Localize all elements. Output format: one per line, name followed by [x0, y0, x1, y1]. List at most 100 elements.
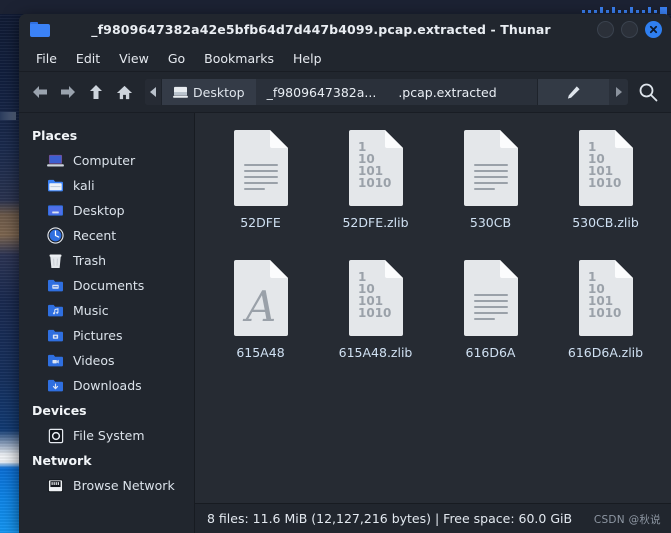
- file-item[interactable]: 1 10 101 1010 616D6A.zlib: [548, 255, 663, 385]
- home-icon: [116, 85, 132, 99]
- path-scroll-left-button[interactable]: [145, 79, 162, 105]
- panel-dot: [630, 7, 633, 13]
- path-scroll-right-button[interactable]: [609, 79, 628, 105]
- toolbar: Desktop _f9809647382a... .pcap.extracted: [19, 72, 671, 112]
- computer-icon: [47, 152, 64, 169]
- file-item[interactable]: A 615A48: [203, 255, 318, 385]
- close-button[interactable]: [645, 21, 662, 38]
- sidebar-item-recent-label: Recent: [73, 228, 117, 243]
- sidebar-item-videos[interactable]: Videos: [19, 348, 194, 373]
- file-name-label: 52DFE.zlib: [342, 215, 409, 230]
- up-arrow-icon: [90, 85, 102, 99]
- up-button[interactable]: [83, 79, 109, 105]
- sidebar-item-documents-label: Documents: [73, 278, 145, 293]
- menu-go[interactable]: Go: [159, 48, 194, 69]
- menu-help[interactable]: Help: [284, 48, 331, 69]
- binary-document-icon: 1 10 101 1010: [345, 259, 407, 337]
- search-icon: [639, 83, 658, 102]
- close-icon: [649, 25, 658, 34]
- back-button[interactable]: [27, 79, 53, 105]
- clock-icon: [47, 227, 64, 244]
- window-body: Places Computer kali Desktop Recent Tras…: [19, 112, 671, 533]
- panel-dot: [642, 10, 645, 13]
- panel-dot: [588, 10, 591, 13]
- sidebar-item-computer[interactable]: Computer: [19, 148, 194, 173]
- sidebar-heading-places: Places: [32, 128, 78, 143]
- file-grid[interactable]: 52DFE 1 10 101 1010 52DFE.zlib 530CB 1 1…: [195, 113, 671, 503]
- home-button[interactable]: [111, 79, 137, 105]
- forward-button[interactable]: [55, 79, 81, 105]
- sidebar-item-pictures-label: Pictures: [73, 328, 123, 343]
- binary-document-icon: 1 10 101 1010: [575, 129, 637, 207]
- menu-file[interactable]: File: [27, 48, 66, 69]
- top-panel[interactable]: [0, 0, 671, 19]
- file-item[interactable]: 1 10 101 1010 52DFE.zlib: [318, 125, 433, 255]
- chevron-right-icon: [616, 87, 622, 97]
- maximize-button[interactable]: [621, 21, 638, 38]
- file-name-label: 530CB: [469, 215, 512, 230]
- file-name-label: 616D6A.zlib: [567, 345, 644, 360]
- panel-dot: [594, 10, 597, 13]
- sidebar-item-browse-network[interactable]: Browse Network: [19, 473, 194, 498]
- file-item[interactable]: 530CB: [433, 125, 548, 255]
- sidebar-item-videos-label: Videos: [73, 353, 115, 368]
- search-button[interactable]: [634, 78, 662, 106]
- file-item[interactable]: 616D6A: [433, 255, 548, 385]
- menu-edit[interactable]: Edit: [67, 48, 109, 69]
- text-document-icon: [460, 259, 522, 337]
- menu-view[interactable]: View: [110, 48, 158, 69]
- file-item[interactable]: 1 10 101 1010 530CB.zlib: [548, 125, 663, 255]
- sidebar-item-music-label: Music: [73, 303, 109, 318]
- svg-text:1010: 1010: [588, 176, 621, 190]
- svg-text:1010: 1010: [358, 306, 391, 320]
- sidebar-item-desktop[interactable]: Desktop: [19, 198, 194, 223]
- status-text: 8 files: 11.6 MiB (12,127,216 bytes) | F…: [207, 511, 573, 526]
- desktop-folder-icon: [47, 202, 64, 219]
- sidebar-item-pictures[interactable]: Pictures: [19, 323, 194, 348]
- network-icon: [47, 477, 64, 494]
- panel-dot: [654, 10, 657, 13]
- file-item[interactable]: 1 10 101 1010 615A48.zlib: [318, 255, 433, 385]
- documents-folder-icon: [47, 277, 64, 294]
- breadcrumb-parent[interactable]: _f9809647382a...: [256, 79, 388, 105]
- content-area: 52DFE 1 10 101 1010 52DFE.zlib 530CB 1 1…: [195, 113, 671, 533]
- sidebar-item-kali[interactable]: kali: [19, 173, 194, 198]
- file-name-label: 615A48.zlib: [338, 345, 413, 360]
- text-document-icon: [230, 129, 292, 207]
- file-name-label: 52DFE: [240, 215, 281, 230]
- breadcrumb-current-label: .pcap.extracted: [398, 84, 497, 100]
- sidebar-item-computer-label: Computer: [73, 153, 136, 168]
- binary-document-icon: 1 10 101 1010: [345, 129, 407, 207]
- file-item[interactable]: 52DFE: [203, 125, 318, 255]
- menubar: File Edit View Go Bookmarks Help: [19, 45, 671, 72]
- edit-path-button[interactable]: [537, 79, 609, 105]
- panel-indicators: [582, 7, 667, 19]
- harddisk-icon: [47, 427, 64, 444]
- sidebar-item-recent[interactable]: Recent: [19, 223, 194, 248]
- back-arrow-icon: [33, 86, 47, 98]
- watermark: CSDN @秋说: [593, 514, 661, 526]
- minimize-button[interactable]: [597, 21, 614, 38]
- menu-bookmarks[interactable]: Bookmarks: [195, 48, 283, 69]
- breadcrumb-current[interactable]: .pcap.extracted: [387, 79, 507, 105]
- file-name-label: 530CB.zlib: [572, 215, 639, 230]
- sidebar-item-file-system[interactable]: File System: [19, 423, 194, 448]
- breadcrumb-desktop-label: Desktop: [193, 84, 245, 100]
- binary-document-icon: 1 10 101 1010: [575, 259, 637, 337]
- sidebar: Places Computer kali Desktop Recent Tras…: [19, 113, 195, 533]
- desktop-window-edge: [0, 112, 16, 120]
- sidebar-item-browse-network-label: Browse Network: [73, 478, 175, 493]
- panel-dot: [600, 7, 603, 13]
- sidebar-item-kali-label: kali: [73, 178, 95, 193]
- breadcrumb-desktop[interactable]: Desktop: [162, 79, 256, 105]
- sidebar-item-trash-label: Trash: [73, 253, 107, 268]
- sidebar-item-file-system-label: File System: [73, 428, 145, 443]
- sidebar-item-downloads[interactable]: Downloads: [19, 373, 194, 398]
- downloads-folder-icon: [47, 377, 64, 394]
- window-titlebar[interactable]: _f9809647382a42e5bfb64d7d447b4099.pcap.e…: [19, 14, 671, 45]
- path-bar-spacer: [508, 79, 537, 105]
- sidebar-item-trash[interactable]: Trash: [19, 248, 194, 273]
- svg-text:1010: 1010: [588, 306, 621, 320]
- sidebar-item-music[interactable]: Music: [19, 298, 194, 323]
- sidebar-item-documents[interactable]: Documents: [19, 273, 194, 298]
